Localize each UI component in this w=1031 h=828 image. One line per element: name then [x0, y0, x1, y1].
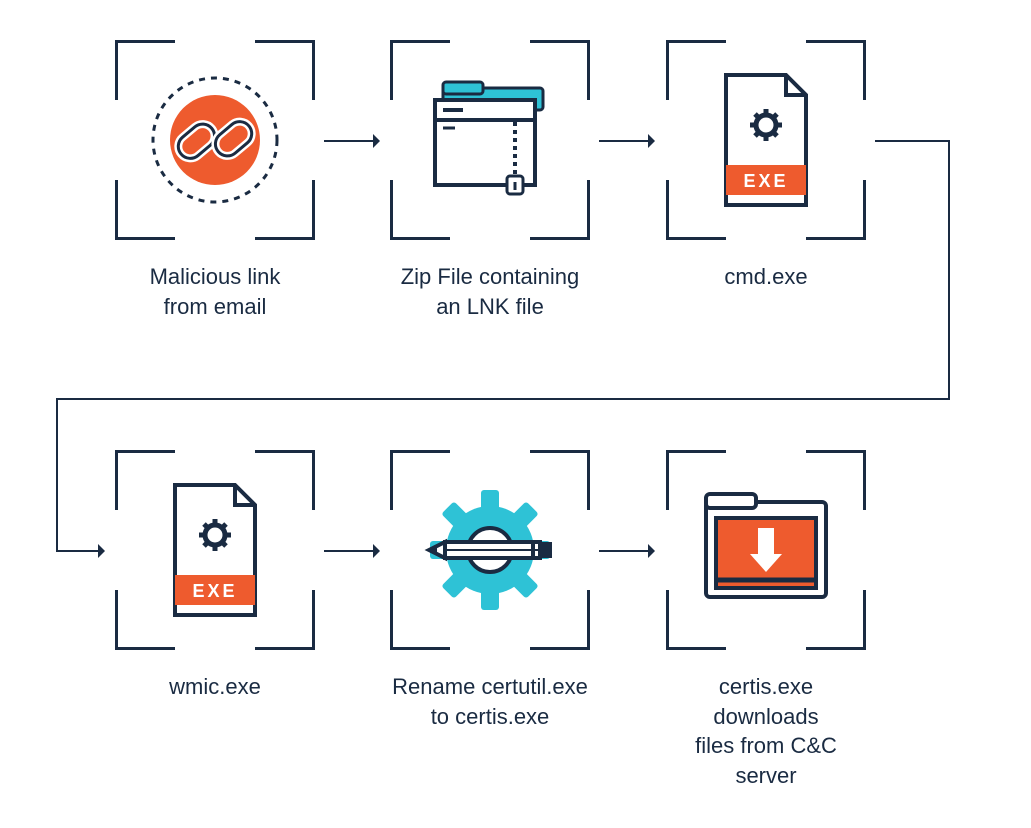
node-box: EXE	[115, 450, 315, 650]
node-certis-downloads: certis.exe downloads files from C&C serv…	[666, 450, 866, 791]
node-box	[666, 450, 866, 650]
svg-text:EXE: EXE	[192, 581, 237, 601]
node-box	[390, 450, 590, 650]
node-caption: certis.exe downloads files from C&C serv…	[666, 672, 866, 791]
node-caption: wmic.exe	[115, 672, 315, 702]
node-rename-certutil: Rename certutil.exe to certis.exe	[390, 450, 590, 731]
arrow-5-6	[599, 550, 653, 552]
node-caption: Rename certutil.exe to certis.exe	[390, 672, 590, 731]
arrow-4-5	[324, 550, 378, 552]
node-wmic-exe: EXE wmic.exe	[115, 450, 315, 702]
